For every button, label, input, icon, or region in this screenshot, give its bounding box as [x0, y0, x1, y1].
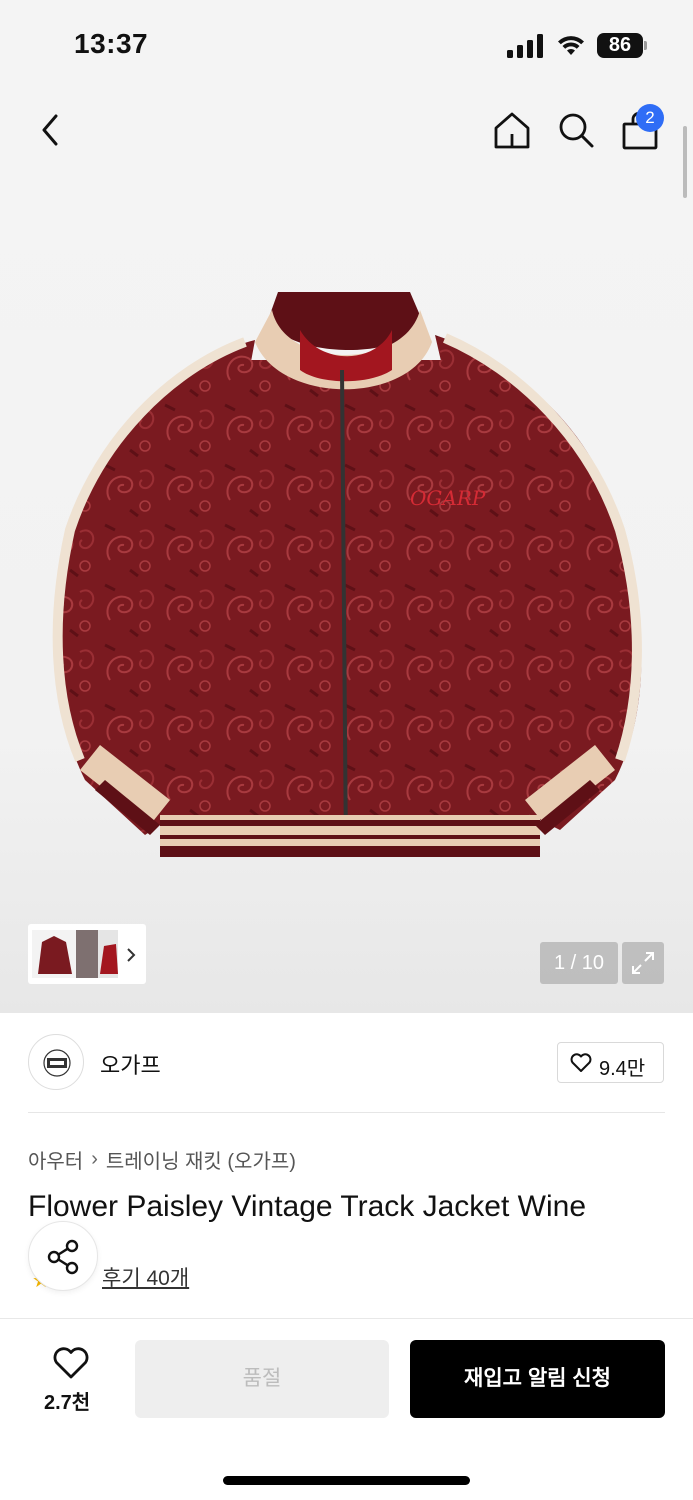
home-indicator	[223, 1476, 470, 1485]
product-image: OGARP	[52, 292, 642, 857]
breadcrumb-item[interactable]: 아우터	[28, 1145, 83, 1174]
cellular-signal-icon	[507, 34, 543, 58]
fullscreen-button[interactable]	[622, 942, 664, 984]
back-arrow-icon[interactable]	[36, 110, 66, 150]
divider	[28, 1112, 665, 1113]
chevron-right-icon: ›	[91, 1148, 98, 1170]
brand-like-count: 9.4만	[599, 1058, 646, 1080]
status-time: 13:37	[74, 28, 149, 59]
breadcrumb-item[interactable]: 트레이닝 재킷 (오가프)	[106, 1145, 296, 1174]
battery-level: 86	[597, 33, 643, 58]
brand-name[interactable]: 오가프	[100, 1048, 161, 1080]
svg-text:OGARP: OGARP	[410, 486, 486, 510]
battery-icon: 86	[597, 33, 647, 58]
wifi-icon	[558, 36, 584, 55]
breadcrumb: 아우터 › 트레이닝 재킷 (오가프)	[28, 1145, 296, 1174]
heart-icon	[570, 1053, 592, 1072]
soldout-button: 품절	[135, 1340, 389, 1418]
scrollbar	[683, 126, 687, 198]
wishlist-heart-icon[interactable]	[52, 1346, 90, 1380]
share-button[interactable]	[28, 1221, 98, 1291]
battery-tip	[644, 41, 647, 50]
chevron-right-icon[interactable]	[124, 946, 138, 964]
brand-logo-image	[43, 1049, 71, 1077]
review-link[interactable]: 후기 40개	[102, 1262, 189, 1292]
brand-logo[interactable]	[28, 1034, 84, 1090]
status-bar: 13:37 86	[0, 0, 693, 90]
wishlist-count: 2.7천	[44, 1392, 91, 1414]
cart-badge: 2	[636, 104, 664, 132]
fullscreen-icon	[632, 952, 654, 974]
product-page: 13:37 86 2 OGARP 1 / 10 오가프 9.4만 아우터 › 트…	[0, 0, 693, 1500]
product-title: Flower Paisley Vintage Track Jacket Wine	[28, 1190, 587, 1223]
share-icon	[47, 1239, 79, 1275]
search-icon[interactable]	[556, 110, 596, 150]
home-icon[interactable]	[492, 110, 532, 150]
image-counter: 1 / 10	[540, 942, 618, 984]
brand-like-button[interactable]: 9.4만	[557, 1042, 664, 1083]
restock-alert-button[interactable]: 재입고 알림 신청	[410, 1340, 665, 1418]
